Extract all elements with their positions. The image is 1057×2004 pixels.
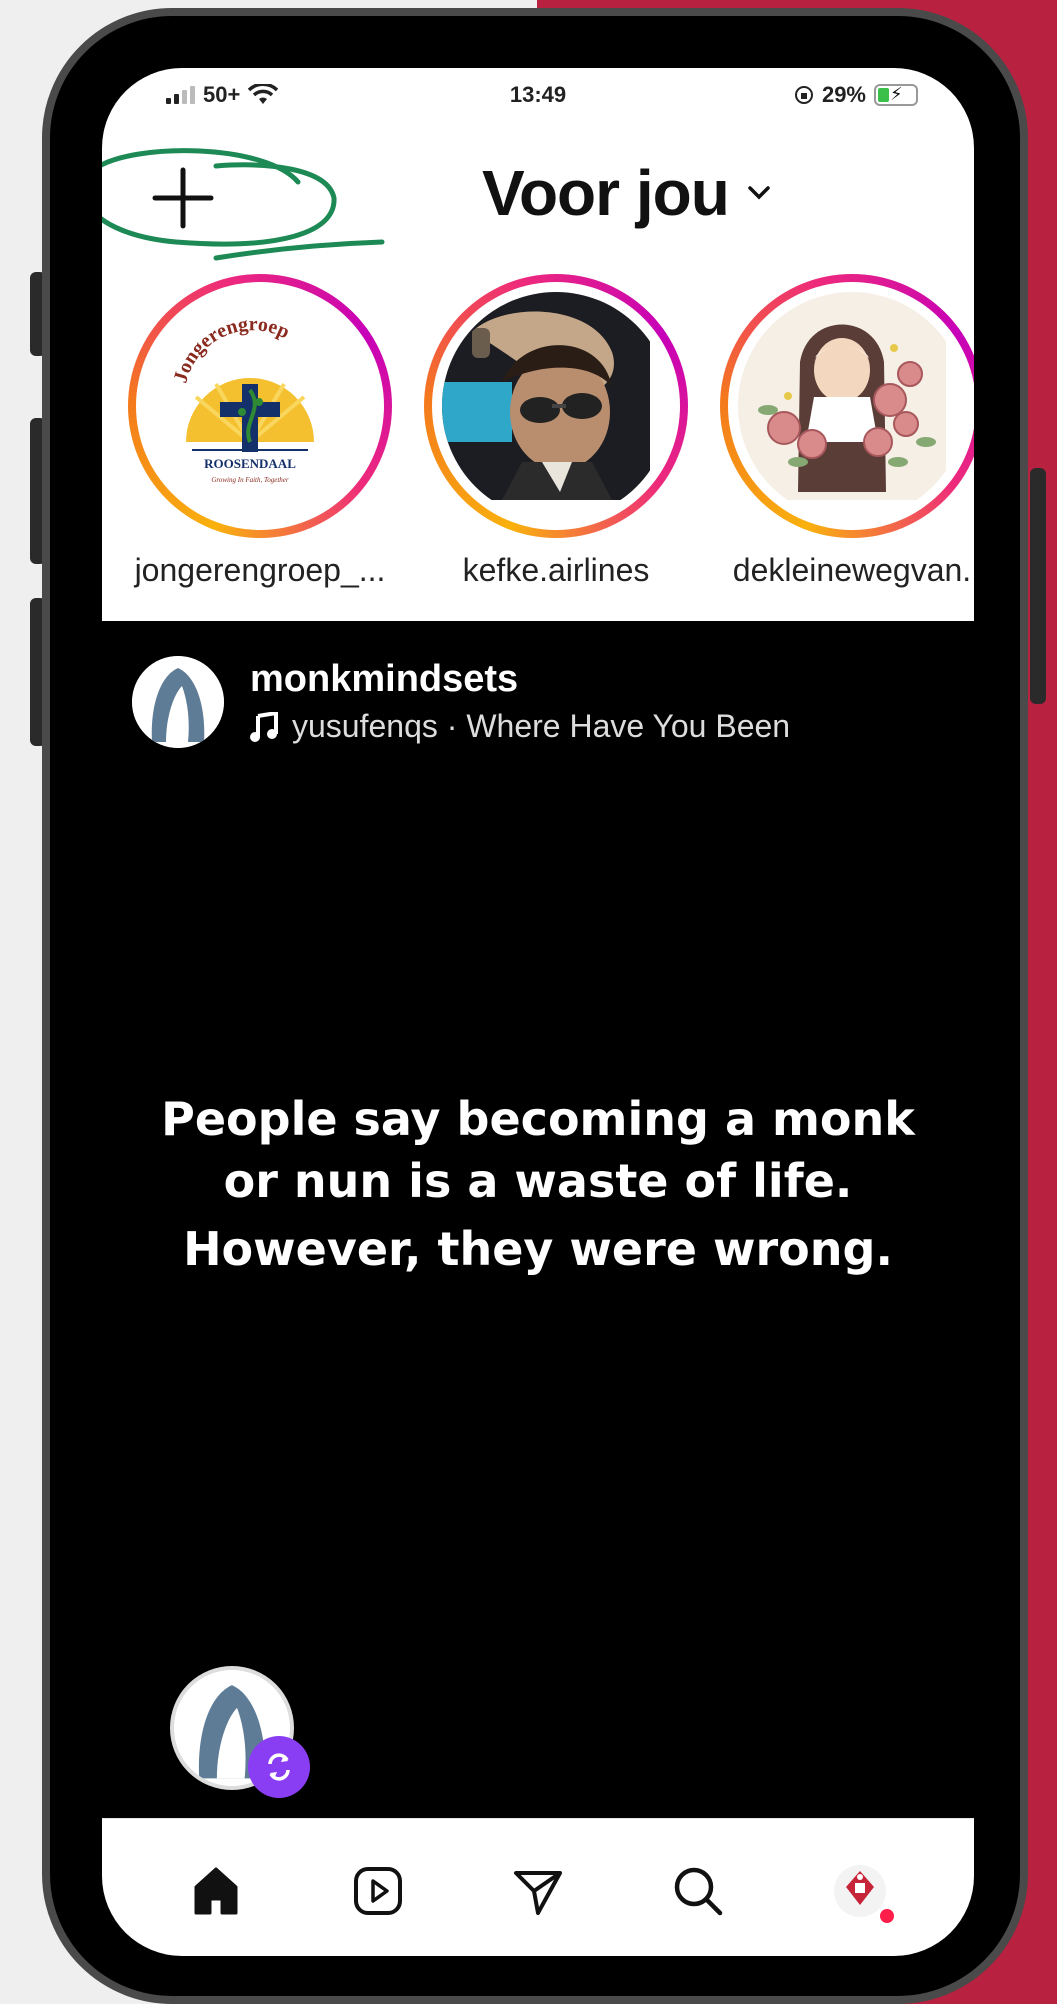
profile-photo [442,292,650,500]
logo-tagline: Growing In Faith, Together [211,476,289,484]
battery-icon: ⚡ [874,84,918,106]
story-item[interactable]: dekleinewegvan. [720,274,974,589]
story-username: kefke.airlines [462,552,650,588]
story-avatar [442,292,670,520]
post-avatar[interactable] [132,656,224,748]
post-username[interactable]: monkmindsets [250,658,518,701]
battery-percent: 29% [821,82,866,107]
nav-messages[interactable] [508,1861,568,1921]
rotation-lock-icon [794,86,813,104]
nav-home[interactable] [186,1861,246,1921]
phone-power-button [1030,468,1046,704]
bottom-nav [102,1818,974,1956]
green-circle-annotation [102,148,385,261]
caption-line: or nun is a waste of life. [223,1154,853,1208]
story-ring [424,274,688,538]
phone-screen: 50+ 13:49 29% ⚡ Voor jou Jongerengroep R… [102,68,974,1956]
nav-search[interactable] [668,1861,728,1921]
monk-logo-icon [132,656,224,748]
plus-icon [152,167,214,229]
search-icon [674,1867,723,1916]
chevron-down-icon [748,186,770,200]
story-item[interactable]: kefke.airlines [424,274,688,589]
logo-place: ROOSENDAAL [204,456,296,471]
story-ring: Jongerengroep ROOSENDAAL Growing In Fait… [128,274,392,538]
repost-icon [268,1753,290,1781]
create-button[interactable] [148,163,218,233]
reels-icon [354,1867,402,1915]
story-avatar [738,292,966,520]
page-title: Voor jou [482,157,730,229]
nav-reels[interactable] [348,1861,408,1921]
story-username: jongerengroep_... [134,552,386,588]
story-username: dekleinewegvan. [732,552,972,588]
caption-line: However, they were wrong. [183,1222,893,1276]
feed-selector[interactable]: Voor jou [482,156,773,230]
music-note-icon [250,711,278,742]
post-caption: People say becoming a monk or nun is a w… [102,1088,974,1280]
messages-icon [514,1871,562,1915]
audio-label: yusufenqs · Where Have You Been [292,708,791,744]
story-avatar: Jongerengroep ROOSENDAAL Growing In Fait… [146,292,374,520]
jongerengroep-logo: Jongerengroep ROOSENDAAL Growing In Fait… [146,292,354,500]
status-bar: 50+ 13:49 29% ⚡ [102,68,974,128]
post-audio[interactable]: yusufenqs · Where Have You Been [250,708,790,745]
nav-profile[interactable] [830,1861,894,1923]
story-item[interactable]: Jongerengroep ROOSENDAAL Growing In Fait… [128,274,392,589]
caption-line: People say becoming a monk [161,1092,915,1146]
home-icon [194,1867,238,1915]
nun-illustration [738,292,946,500]
remix-badge[interactable] [248,1736,310,1798]
notification-dot [880,1909,894,1923]
story-ring [720,274,974,538]
battery-group: 29% ⚡ [794,82,918,108]
header-area: 50+ 13:49 29% ⚡ Voor jou Jongerengroep R… [102,68,974,621]
